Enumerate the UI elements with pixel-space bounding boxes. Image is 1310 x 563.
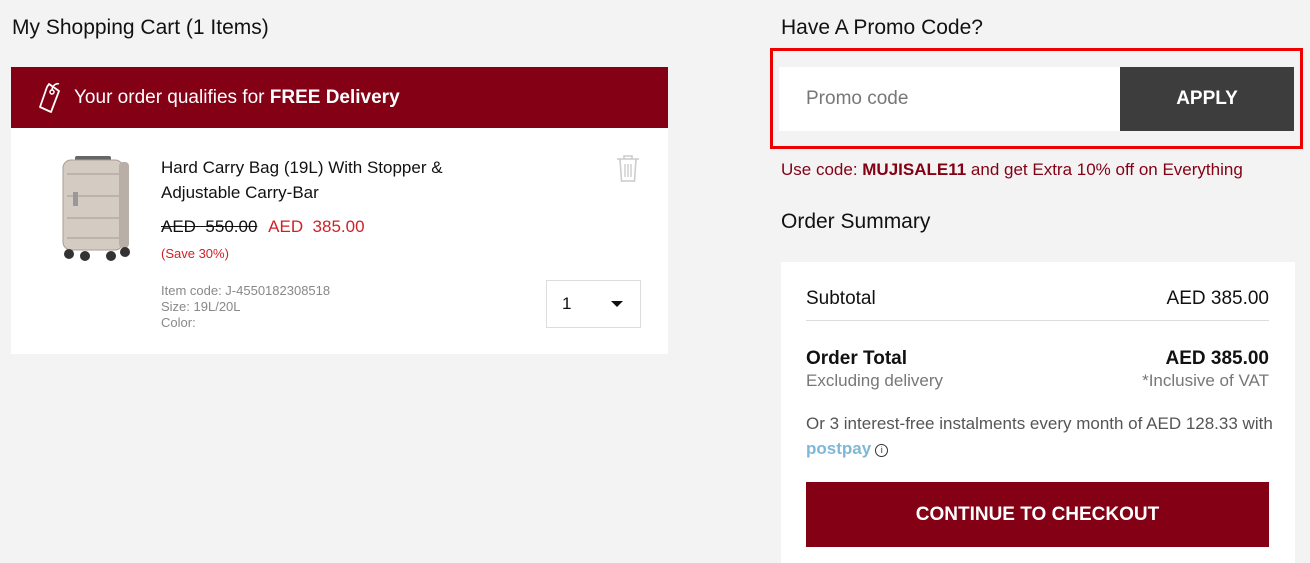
free-delivery-banner: Your order qualifies for FREE Delivery xyxy=(11,67,668,128)
chevron-down-icon xyxy=(611,301,623,307)
divider xyxy=(806,320,1269,321)
excluding-delivery-note: Excluding delivery xyxy=(806,371,944,390)
product-name[interactable]: Hard Carry Bag (19L) With Stopper & Adju… xyxy=(161,155,491,205)
cart-title: My Shopping Cart (1 Items) xyxy=(12,16,269,39)
product-image[interactable] xyxy=(53,152,135,264)
subtotal-label: Subtotal xyxy=(806,288,876,309)
order-summary-title: Order Summary xyxy=(781,210,931,233)
cart-item: Hard Carry Bag (19L) With Stopper & Adju… xyxy=(11,128,668,354)
apply-button[interactable]: APPLY xyxy=(1120,67,1294,131)
banner-text: Your order qualifies for FREE Delivery xyxy=(74,86,400,108)
info-icon[interactable]: i xyxy=(875,444,889,457)
order-summary-card: Subtotal AED 385.00 Order Total AED 385.… xyxy=(781,262,1295,563)
continue-to-checkout-button[interactable]: CONTINUE TO CHECKOUT xyxy=(806,482,1269,547)
quantity-value: 1 xyxy=(562,294,572,313)
item-color: Color: xyxy=(161,315,196,330)
item-code: Item code: J-4550182308518 xyxy=(161,283,331,298)
promo-hint: Use code: MUJISALE11 and get Extra 10% o… xyxy=(781,160,1243,179)
order-total-value: AED 385.00 xyxy=(1165,348,1269,369)
promo-title: Have A Promo Code? xyxy=(781,16,983,39)
original-price: AED 550.00 xyxy=(161,217,258,236)
sale-price: AED 385.00 xyxy=(268,217,365,236)
save-badge: (Save 30%) xyxy=(161,246,229,261)
promo-code-input[interactable] xyxy=(779,67,1120,131)
order-total-label: Order Total xyxy=(806,348,907,369)
postpay-link[interactable]: postpay xyxy=(806,439,871,458)
trash-icon[interactable] xyxy=(614,152,642,184)
quantity-select[interactable]: 1 xyxy=(546,280,641,328)
installments-text: Or 3 interest-free instalments every mon… xyxy=(806,414,1273,458)
subtotal-value: AED 385.00 xyxy=(1166,288,1269,309)
price-row: AED 550.00 AED 385.00 xyxy=(161,217,365,237)
price-tag-icon xyxy=(37,81,63,115)
vat-note: *Inclusive of VAT xyxy=(1142,371,1269,390)
item-size: Size: 19L/20L xyxy=(161,299,241,314)
item-meta: Item code: J-4550182308518 Size: 19L/20L… xyxy=(161,283,330,331)
